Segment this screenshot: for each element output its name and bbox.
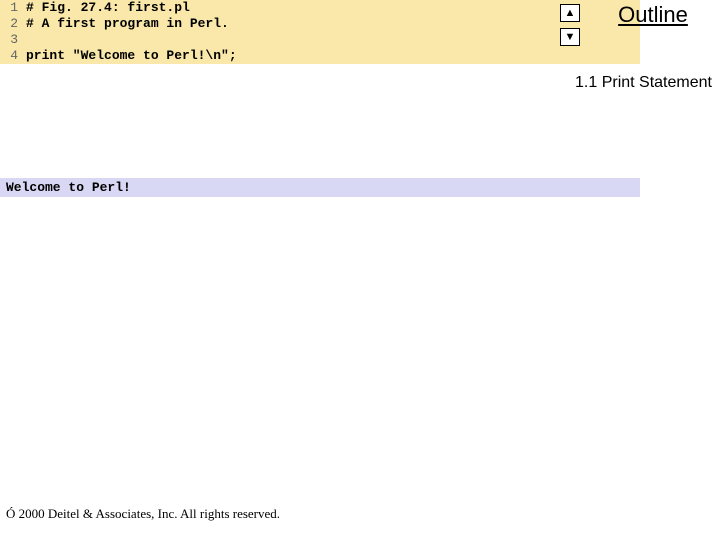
copyright-text: 2000 Deitel & Associates, Inc. All right… xyxy=(19,506,280,521)
triangle-down-icon: ▼ xyxy=(565,31,576,43)
code-line: 3 xyxy=(0,32,640,48)
triangle-up-icon: ▲ xyxy=(565,7,576,19)
line-number: 2 xyxy=(0,16,26,32)
copyright-symbol: Ó xyxy=(6,506,15,521)
code-line: 2# A first program in Perl. xyxy=(0,16,640,32)
outline-title: Outline xyxy=(558,2,718,28)
line-text: # A first program in Perl. xyxy=(26,16,229,32)
code-listing: 1# Fig. 27.4: first.pl2# A first program… xyxy=(0,0,640,64)
code-line: 1# Fig. 27.4: first.pl xyxy=(0,0,640,16)
outline-subsection: 1.1 Print Statement xyxy=(575,74,712,92)
line-number: 1 xyxy=(0,0,26,16)
program-output: Welcome to Perl! xyxy=(0,178,640,197)
line-number: 4 xyxy=(0,48,26,64)
line-number: 3 xyxy=(0,32,26,48)
line-text: # Fig. 27.4: first.pl xyxy=(26,0,190,16)
line-text: print "Welcome to Perl!\n"; xyxy=(26,48,237,64)
code-line: 4print "Welcome to Perl!\n"; xyxy=(0,48,640,64)
copyright-footer: Ó 2000 Deitel & Associates, Inc. All rig… xyxy=(6,506,280,522)
nav-down-button[interactable]: ▼ xyxy=(560,28,580,46)
nav-up-button[interactable]: ▲ xyxy=(560,4,580,22)
outline-panel: ▲ ▼ Outline xyxy=(558,2,718,28)
